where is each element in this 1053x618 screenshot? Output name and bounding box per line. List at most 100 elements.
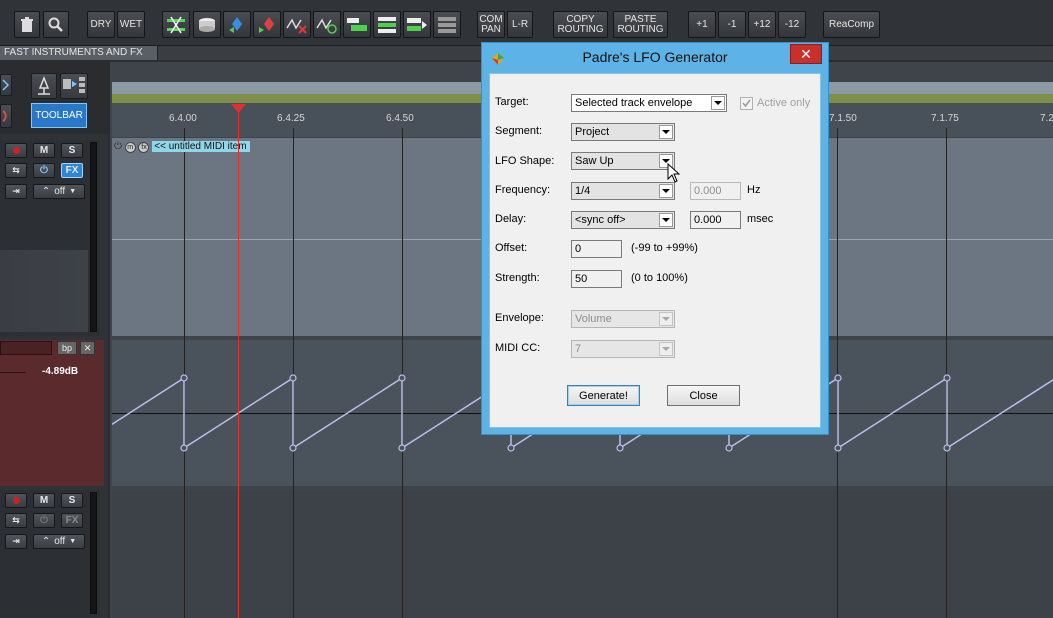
automation-mode-dropdown-2[interactable]: ⌃ off ▼: [33, 534, 85, 549]
marker-left-button[interactable]: [223, 11, 251, 38]
envelope-point[interactable]: [398, 444, 406, 452]
pitch-minus1-button[interactable]: -1: [718, 11, 746, 38]
phase-button[interactable]: ⏻: [33, 163, 55, 178]
envelope-point[interactable]: [289, 444, 297, 452]
envelope-point[interactable]: [180, 444, 188, 452]
ruler-tick-label: 6.4.25: [277, 113, 305, 124]
insert-track-button[interactable]: [373, 11, 401, 38]
loop-envelope-button[interactable]: [313, 11, 341, 38]
play-arrow-button[interactable]: [0, 74, 12, 96]
envelope-point[interactable]: [943, 444, 951, 452]
mute-button-2[interactable]: M: [33, 493, 55, 508]
wet-button[interactable]: WET: [117, 11, 145, 38]
delete-envelope-button[interactable]: [283, 11, 311, 38]
marker-right-button[interactable]: [253, 11, 281, 38]
dry-button[interactable]: DRY: [87, 11, 115, 38]
frequency-dropdown[interactable]: 1/4: [571, 182, 675, 200]
envelope-point[interactable]: [398, 374, 406, 382]
envelope-name-field[interactable]: [0, 341, 52, 355]
envelope-point[interactable]: [725, 444, 733, 452]
midi-item-header: ⏻ m fx << untitled MIDI item: [114, 140, 250, 153]
routing-button[interactable]: [31, 73, 57, 99]
envelope-point[interactable]: [289, 374, 297, 382]
com-pan-button[interactable]: COM PAN: [477, 11, 505, 38]
envelope-mode-icon: ⌃: [41, 186, 51, 197]
item-fx-icon[interactable]: fx: [138, 142, 150, 153]
envelope-point[interactable]: [616, 444, 624, 452]
delay-ms-field[interactable]: 0.000: [690, 211, 741, 229]
trash-button[interactable]: [14, 11, 40, 38]
reacomp-button[interactable]: ReaComp: [823, 11, 880, 38]
toolbar-button[interactable]: TOOLBAR: [31, 103, 87, 128]
fx-chain-button[interactable]: [60, 73, 88, 99]
edit-cursor[interactable]: [238, 108, 239, 618]
glue-button[interactable]: [193, 11, 221, 38]
fx-button[interactable]: FX: [61, 163, 83, 178]
solo-button-2[interactable]: S: [61, 493, 83, 508]
io-button-2[interactable]: ⇆: [5, 513, 27, 528]
io-arrows-icon: ⇆: [12, 165, 20, 175]
midi-cc-label: MIDI CC:: [495, 342, 541, 354]
edit-cursor-triangle-icon[interactable]: [231, 104, 246, 114]
segment-value: Project: [575, 126, 610, 138]
pitch-plus1-button[interactable]: +1: [688, 11, 716, 38]
envelope-point[interactable]: [507, 444, 515, 452]
split-items-button[interactable]: [162, 11, 190, 38]
track-stack-button[interactable]: [433, 11, 461, 38]
paste-routing-button[interactable]: PASTE ROUTING: [613, 11, 668, 38]
envelope-point[interactable]: [834, 374, 842, 382]
pitch-plus12-button[interactable]: +12: [748, 11, 776, 38]
close-icon: ✕: [83, 342, 92, 353]
record-arm-button-2[interactable]: [5, 493, 27, 508]
lfo-shape-dropdown[interactable]: Saw Up: [571, 152, 675, 170]
drum-icon: [199, 17, 215, 32]
frequency-hz-field[interactable]: 0.000: [690, 182, 741, 200]
scissors-icon: [167, 16, 185, 33]
track-layout-button[interactable]: [343, 11, 371, 38]
target-dropdown[interactable]: Selected track envelope: [571, 94, 727, 112]
input-button-2[interactable]: ⇥: [5, 534, 27, 549]
lr-button[interactable]: L-R: [507, 11, 533, 38]
frequency-label: Frequency:: [495, 184, 551, 196]
strength-field[interactable]: 50: [571, 270, 622, 288]
mouse-pointer-icon: [667, 163, 680, 183]
close-icon: ✕: [800, 46, 812, 62]
io-button[interactable]: ⇆: [5, 163, 27, 178]
active-only-checkbox[interactable]: [740, 97, 753, 110]
empty-track-area[interactable]: [112, 490, 1053, 618]
offset-field[interactable]: 0: [571, 240, 622, 258]
automation-mode-dropdown[interactable]: ⌃ off ▼: [33, 184, 85, 199]
generate-button[interactable]: Generate!: [567, 385, 640, 406]
zoom-button[interactable]: [43, 11, 69, 38]
copy-routing-button[interactable]: COPY ROUTING: [553, 11, 608, 38]
project-tab[interactable]: FAST INSTRUMENTS AND FX: [0, 46, 158, 60]
bypass-button[interactable]: bp: [57, 341, 77, 355]
track-2-meter: [90, 492, 97, 614]
solo-button[interactable]: S: [61, 143, 83, 158]
ruler-tick-label: 7.2: [1040, 113, 1053, 124]
phase-button-2[interactable]: ⏻: [33, 513, 55, 528]
envelope-point[interactable]: [180, 374, 188, 382]
record-side-button[interactable]: [0, 104, 12, 128]
envelope-fader[interactable]: [0, 372, 26, 373]
close-button[interactable]: Close: [667, 385, 740, 406]
item-midi-icon[interactable]: m: [124, 142, 136, 153]
mute-button[interactable]: M: [33, 143, 55, 158]
segment-dropdown[interactable]: Project: [571, 123, 675, 141]
envelope-point[interactable]: [943, 374, 951, 382]
dialog-close-button[interactable]: ✕: [790, 44, 822, 64]
track-play-button[interactable]: [403, 11, 431, 38]
fx-button-2[interactable]: FX: [61, 513, 83, 528]
envelope-point[interactable]: [834, 444, 842, 452]
midi-cc-dropdown[interactable]: 7: [571, 340, 675, 358]
envelope-dropdown[interactable]: Volume: [571, 310, 675, 328]
arrow-right-icon: [2, 79, 10, 91]
record-arm-button[interactable]: [5, 143, 27, 158]
dialog-title: Padre's LFO Generator: [582, 49, 728, 65]
target-value: Selected track envelope: [575, 97, 693, 109]
envelope-close-button[interactable]: ✕: [80, 341, 95, 355]
paste-label: PASTE: [624, 13, 657, 25]
input-button[interactable]: ⇥: [5, 184, 27, 199]
delay-dropdown[interactable]: <sync off>: [571, 211, 675, 229]
pitch-minus12-button[interactable]: -12: [778, 11, 806, 38]
